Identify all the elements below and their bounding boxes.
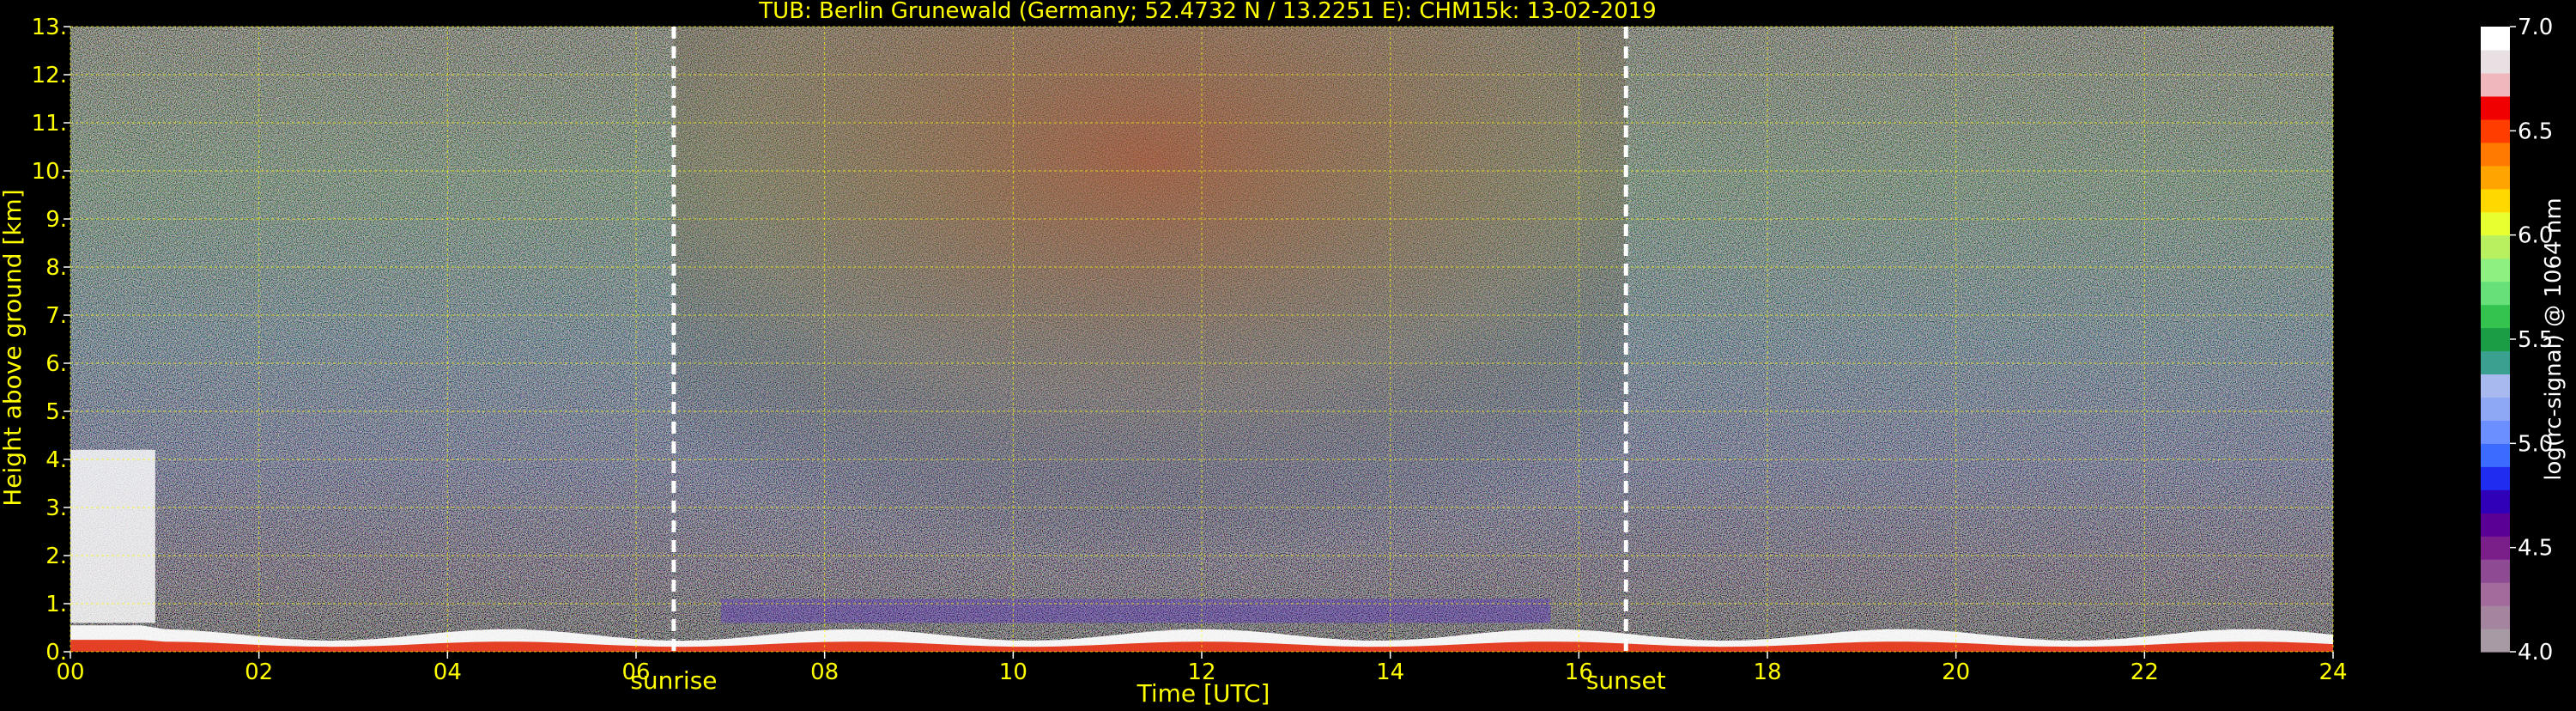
x-tick-label: 24 bbox=[2318, 659, 2347, 685]
colorbar-swatch bbox=[2481, 27, 2510, 51]
colorbar-swatch bbox=[2481, 49, 2510, 74]
y-tick-label: 10. bbox=[32, 159, 67, 185]
chart-svg: TUB: Berlin Grunewald (Germany; 52.4732 … bbox=[0, 0, 2567, 708]
marker-label-sunset: sunset bbox=[1586, 666, 1666, 695]
daytime-signal bbox=[673, 27, 1627, 558]
colorbar-swatch bbox=[2481, 582, 2510, 606]
colorbar-swatch bbox=[2481, 466, 2510, 490]
colorbar-swatch bbox=[2481, 258, 2510, 283]
colorbar-swatch bbox=[2481, 95, 2510, 120]
colorbar-swatch bbox=[2481, 72, 2510, 97]
colorbar-swatch bbox=[2481, 374, 2510, 398]
colorbar-swatch bbox=[2481, 559, 2510, 583]
y-tick-label: 11. bbox=[32, 111, 67, 137]
y-tick-label: 9. bbox=[45, 207, 67, 233]
early-cloud-signal bbox=[70, 449, 155, 623]
y-tick-label: 1. bbox=[45, 592, 67, 617]
colorbar-swatch bbox=[2481, 629, 2510, 653]
colorbar-swatch bbox=[2481, 211, 2510, 236]
y-tick-label: 5. bbox=[45, 399, 67, 425]
x-ticks: 00 02 04 06 08 10 12 14 16 18 20 22 24 bbox=[56, 652, 2348, 685]
y-tick-label: 2. bbox=[45, 544, 67, 569]
colorbar-tick-label: 6.5 bbox=[2518, 118, 2553, 144]
x-tick-label: 20 bbox=[1942, 659, 1970, 685]
x-tick-label: 02 bbox=[245, 659, 273, 685]
ceilometer-chart: TUB: Berlin Grunewald (Germany; 52.4732 … bbox=[0, 0, 2576, 708]
x-tick-label: 10 bbox=[999, 659, 1027, 685]
colorbar-swatch bbox=[2481, 188, 2510, 213]
colorbar-swatch bbox=[2481, 304, 2510, 329]
colorbar-tick-label: 4.0 bbox=[2518, 640, 2553, 665]
marker-label-sunrise: sunrise bbox=[630, 666, 717, 695]
plot-area bbox=[70, 26, 2334, 653]
x-tick-label: 22 bbox=[2131, 659, 2159, 685]
colorbar-swatch bbox=[2481, 281, 2510, 306]
colorbar bbox=[2481, 27, 2510, 653]
y-tick-label: 8. bbox=[45, 255, 67, 281]
x-tick-label: 12 bbox=[1187, 659, 1215, 685]
chart-title: TUB: Berlin Grunewald (Germany; 52.4732 … bbox=[758, 0, 1656, 24]
x-tick-label: 04 bbox=[433, 659, 462, 685]
colorbar-swatch bbox=[2481, 165, 2510, 190]
colorbar-swatch bbox=[2481, 234, 2510, 259]
x-tick-label: 08 bbox=[810, 659, 839, 685]
y-tick-label: 7. bbox=[45, 303, 67, 329]
y-tick-label: 0. bbox=[45, 640, 67, 665]
colorbar-swatch bbox=[2481, 327, 2510, 352]
colorbar-swatch bbox=[2481, 443, 2510, 467]
colorbar-tick-label: 4.5 bbox=[2518, 536, 2553, 562]
y-tick-label: 12. bbox=[32, 63, 67, 88]
y-tick-label: 13. bbox=[32, 15, 67, 40]
colorbar-swatch bbox=[2481, 536, 2510, 560]
y-tick-label: 3. bbox=[45, 495, 67, 521]
y-tick-label: 4. bbox=[45, 447, 67, 473]
colorbar-swatch bbox=[2481, 397, 2510, 421]
y-axis-label: Height above ground [km] bbox=[0, 189, 27, 507]
daytime-aerosol-signal bbox=[720, 599, 1551, 623]
colorbar-tick-label: 7.0 bbox=[2518, 15, 2553, 40]
y-ticks: 0. 1. 2. 3. 4. 5. 6. 7. 8. 9. 10. 11. 12. 13. bbox=[32, 15, 70, 665]
colorbar-swatch bbox=[2481, 513, 2510, 537]
colorbar-swatch bbox=[2481, 489, 2510, 514]
colorbar-swatch bbox=[2481, 350, 2510, 375]
colorbar-swatch bbox=[2481, 605, 2510, 629]
colorbar-label: log(rc-signal) @ 1064 nm bbox=[2541, 198, 2567, 480]
colorbar-swatch bbox=[2481, 142, 2510, 167]
colorbar-swatch bbox=[2481, 420, 2510, 444]
x-tick-label: 18 bbox=[1753, 659, 1781, 685]
y-tick-label: 6. bbox=[45, 351, 67, 377]
x-tick-label: 14 bbox=[1376, 659, 1404, 685]
colorbar-swatch bbox=[2481, 118, 2510, 143]
